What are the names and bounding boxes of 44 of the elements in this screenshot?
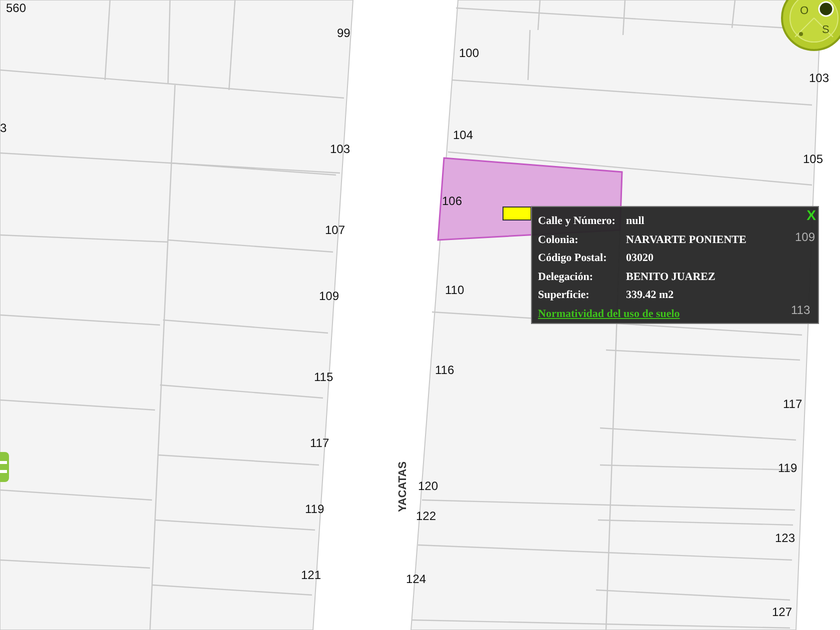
field-label: Superficie: [538,289,590,302]
lot-number: 109 [319,289,340,303]
lot-number: 113 [791,303,810,317]
street-name: YACATAS [397,461,410,512]
lot-number: 104 [453,128,474,142]
lot-number: 122 [416,509,436,523]
lot-number: 110 [445,283,464,297]
lot-number: 119 [305,502,324,516]
lot-number: 127 [772,605,792,619]
lot-number: 123 [775,531,796,545]
lot-number: 117 [310,436,330,450]
lot-number: 120 [418,479,438,493]
land-use-link[interactable]: Normatividad del uso de suelo [538,308,680,320]
lot-number: 103 [330,142,350,156]
lot-number: 99 [337,26,350,40]
lot-number: 117 [783,397,802,411]
lot-number: 560 [6,1,26,15]
compass-label: O [800,5,809,17]
field-label: Código Postal: [538,252,608,264]
field-label: Delegación: [538,270,594,283]
field-value: 03020 [626,252,654,264]
lot-number: 121 [301,568,322,582]
close-button[interactable]: X [804,207,818,223]
lot-number: 115 [314,370,334,384]
field-label: Colonia: [538,234,580,246]
lot-number: 107 [325,223,346,237]
marker-icon[interactable] [502,206,532,220]
field-value: BENITO JUAREZ [626,270,716,283]
lot-number: 103 [809,71,830,85]
lot-number: 105 [803,152,824,166]
field-value: NARVARTE PONIENTE [626,234,746,246]
compass-drawing[interactable] [781,0,840,51]
lot-number: 116 [435,363,454,377]
lot-number: 106 [442,194,462,208]
compass-label: S [822,24,830,36]
field-value: null [626,215,644,228]
field-label: Calle y Número: [538,215,616,228]
lot-number: 109 [795,230,816,244]
lot-number: 119 [778,461,798,475]
lot-number: 3 [0,121,7,135]
lot-number: 124 [406,572,426,586]
field-value: 339.42 m2 [626,289,674,302]
map[interactable] [0,0,840,630]
lot-number: 100 [459,46,480,60]
